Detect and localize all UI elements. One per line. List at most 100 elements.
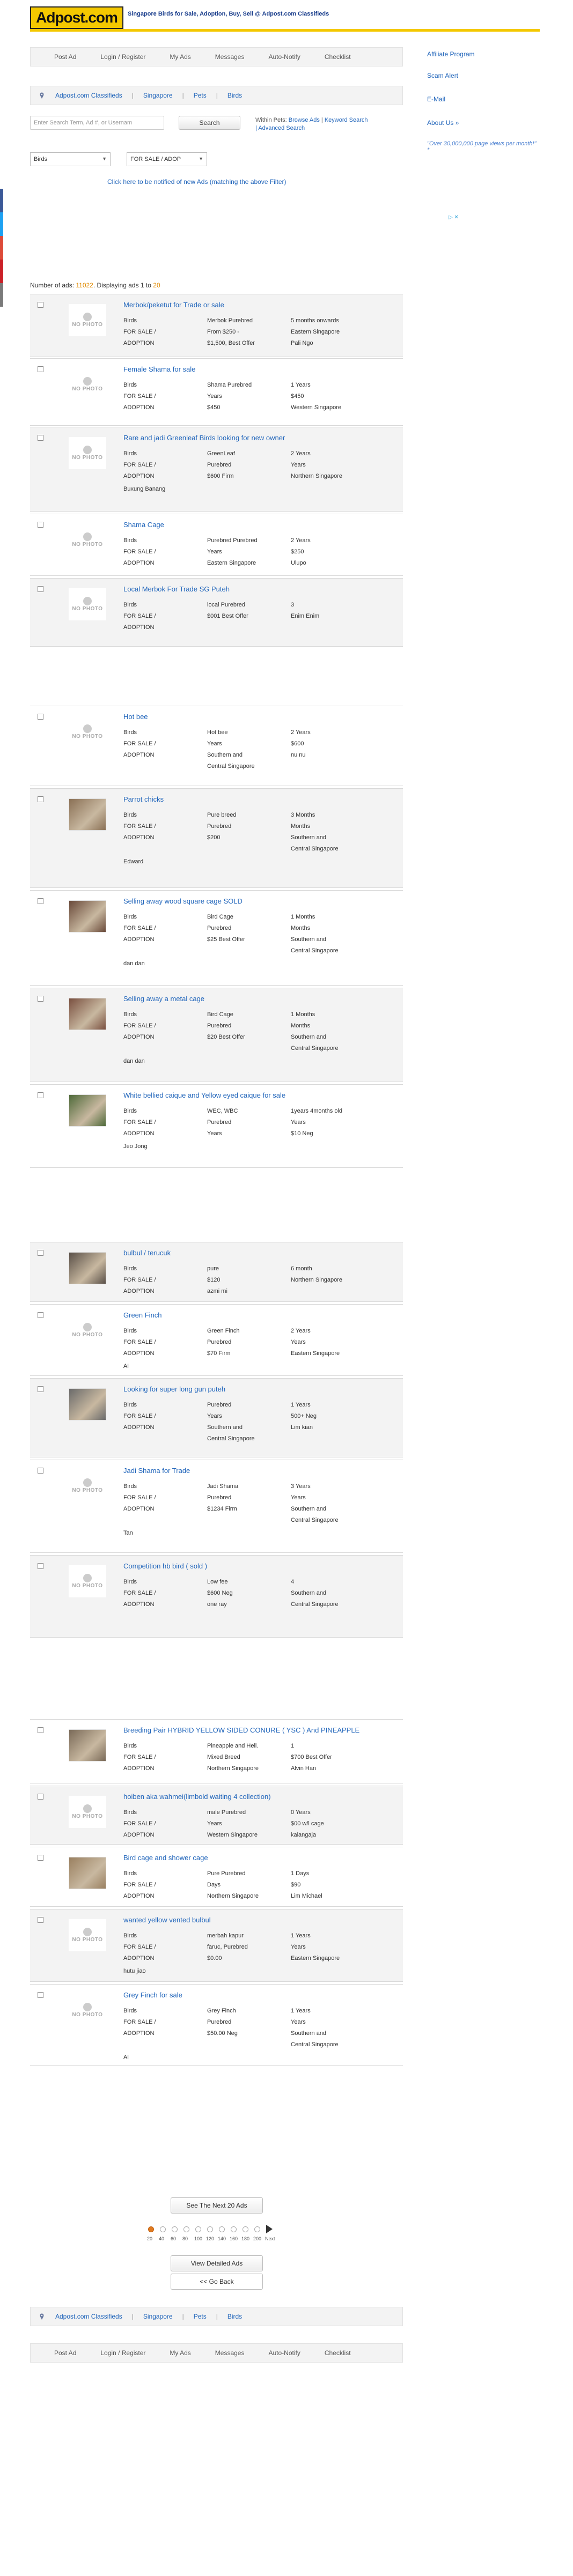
- search-button[interactable]: Search: [179, 116, 240, 130]
- listing-photo[interactable]: [69, 1252, 106, 1284]
- page-dot[interactable]: [172, 2226, 178, 2232]
- nav-messages[interactable]: Messages: [215, 2349, 245, 2357]
- nav-auto-notify[interactable]: Auto-Notify: [268, 2349, 300, 2357]
- listing-photo[interactable]: [69, 998, 106, 1030]
- listing-title[interactable]: Rare and jadi Greenleaf Birds looking fo…: [123, 434, 392, 442]
- listing-photo[interactable]: [69, 1729, 106, 1761]
- nav-login-register[interactable]: Login / Register: [100, 2349, 145, 2357]
- email-link[interactable]: E-Mail: [427, 95, 445, 103]
- listing-title[interactable]: Shama Cage: [123, 521, 392, 529]
- page-dot[interactable]: [254, 2226, 260, 2232]
- select-checkbox[interactable]: [38, 898, 43, 904]
- page-dot[interactable]: [195, 2226, 201, 2232]
- nav-my-ads[interactable]: My Ads: [170, 2349, 190, 2357]
- page-label[interactable]: 20: [147, 2236, 152, 2241]
- facebook-share-icon[interactable]: [0, 189, 3, 212]
- select-checkbox[interactable]: [38, 1917, 43, 1923]
- breadcrumb-classifieds[interactable]: Adpost.com Classifieds: [55, 2313, 122, 2320]
- nav-my-ads[interactable]: My Ads: [170, 53, 190, 61]
- affiliate-program-link[interactable]: Affiliate Program: [427, 50, 474, 58]
- breadcrumb-birds[interactable]: Birds: [227, 2313, 242, 2320]
- listing-title[interactable]: Merbok/peketut for Trade or sale: [123, 301, 392, 309]
- go-back-button[interactable]: << Go Back: [171, 2274, 263, 2290]
- select-checkbox[interactable]: [38, 1092, 43, 1098]
- breadcrumb-pets[interactable]: Pets: [194, 92, 207, 99]
- listing-title[interactable]: Local Merbok For Trade SG Puteh: [123, 585, 392, 593]
- next-20-ads-button[interactable]: See The Next 20 Ads: [171, 2197, 263, 2214]
- page-label[interactable]: 200: [253, 2236, 261, 2241]
- no-photo-placeholder[interactable]: NO PHOTO: [69, 1994, 106, 2026]
- category-select[interactable]: Birds ▼: [30, 152, 111, 166]
- page-dot[interactable]: [160, 2226, 166, 2232]
- select-checkbox[interactable]: [38, 1250, 43, 1256]
- select-checkbox[interactable]: [38, 586, 43, 592]
- page-label[interactable]: 180: [241, 2236, 249, 2241]
- listing-title[interactable]: Looking for super long gun puteh: [123, 1385, 392, 1393]
- search-input[interactable]: Enter Search Term, Ad #, or Usernam: [30, 116, 164, 130]
- breadcrumb-singapore[interactable]: Singapore: [143, 92, 173, 99]
- page-label[interactable]: 140: [218, 2236, 226, 2241]
- page-label[interactable]: 120: [206, 2236, 214, 2241]
- breadcrumb-birds[interactable]: Birds: [227, 92, 242, 99]
- listing-title[interactable]: Selling away wood square cage SOLD: [123, 897, 392, 905]
- no-photo-placeholder[interactable]: NO PHOTO: [69, 1314, 106, 1346]
- select-checkbox[interactable]: [38, 1563, 43, 1569]
- listing-title[interactable]: Parrot chicks: [123, 795, 392, 803]
- page-dot[interactable]: [231, 2226, 237, 2232]
- page-label[interactable]: 40: [159, 2236, 164, 2241]
- adpost-logo[interactable]: Adpost.com: [30, 6, 123, 29]
- ad-type-select[interactable]: FOR SALE / ADOP ▼: [127, 152, 207, 166]
- select-checkbox[interactable]: [38, 1468, 43, 1474]
- select-checkbox[interactable]: [38, 1727, 43, 1733]
- breadcrumb-classifieds[interactable]: Adpost.com Classifieds: [55, 92, 122, 99]
- listing-title[interactable]: hoiben aka wahmei(limbold waiting 4 coll…: [123, 1793, 392, 1801]
- no-photo-placeholder[interactable]: NO PHOTO: [69, 368, 106, 401]
- listing-title[interactable]: White bellied caique and Yellow eyed cai…: [123, 1091, 392, 1099]
- no-photo-placeholder[interactable]: NO PHOTO: [69, 1470, 106, 1502]
- listing-title[interactable]: Female Shama for sale: [123, 365, 392, 373]
- select-checkbox[interactable]: [38, 366, 43, 372]
- select-checkbox[interactable]: [38, 796, 43, 802]
- no-photo-placeholder[interactable]: NO PHOTO: [69, 588, 106, 620]
- nav-post-ad[interactable]: Post Ad: [54, 53, 76, 61]
- listing-photo[interactable]: [69, 1388, 106, 1420]
- listing-photo[interactable]: [69, 798, 106, 831]
- select-checkbox[interactable]: [38, 1855, 43, 1861]
- listing-photo[interactable]: [69, 1094, 106, 1127]
- ad-choices-icon[interactable]: ▷ ✕: [449, 214, 459, 220]
- next-page-arrow-icon[interactable]: [266, 2225, 273, 2233]
- page-label[interactable]: 80: [182, 2236, 188, 2241]
- nav-post-ad[interactable]: Post Ad: [54, 2349, 76, 2357]
- listing-title[interactable]: Grey Finch for sale: [123, 1991, 392, 1999]
- no-photo-placeholder[interactable]: NO PHOTO: [69, 304, 106, 336]
- browse-ads-link[interactable]: Browse Ads: [289, 117, 320, 123]
- select-checkbox[interactable]: [38, 996, 43, 1002]
- select-checkbox[interactable]: [38, 1386, 43, 1392]
- nav-checklist[interactable]: Checklist: [325, 53, 351, 61]
- select-checkbox[interactable]: [38, 714, 43, 720]
- no-photo-placeholder[interactable]: NO PHOTO: [69, 524, 106, 556]
- page-label[interactable]: 160: [230, 2236, 238, 2241]
- page-label[interactable]: 60: [171, 2236, 176, 2241]
- listing-title[interactable]: Breeding Pair HYBRID YELLOW SIDED CONURE…: [123, 1726, 392, 1734]
- select-checkbox[interactable]: [38, 522, 43, 528]
- select-checkbox[interactable]: [38, 435, 43, 441]
- listing-title[interactable]: bulbul / terucuk: [123, 1249, 392, 1257]
- listing-title[interactable]: Competition hb bird ( sold ): [123, 1562, 392, 1570]
- pinterest-share-icon[interactable]: [0, 260, 3, 283]
- listing-title[interactable]: Jadi Shama for Trade: [123, 1467, 392, 1475]
- listing-title[interactable]: Selling away a metal cage: [123, 995, 392, 1003]
- breadcrumb-pets[interactable]: Pets: [194, 2313, 207, 2320]
- more-share-icon[interactable]: [0, 283, 3, 307]
- no-photo-placeholder[interactable]: NO PHOTO: [69, 1919, 106, 1951]
- no-photo-placeholder[interactable]: NO PHOTO: [69, 437, 106, 469]
- breadcrumb-singapore[interactable]: Singapore: [143, 2313, 173, 2320]
- nav-messages[interactable]: Messages: [215, 53, 245, 61]
- no-photo-placeholder[interactable]: NO PHOTO: [69, 716, 106, 748]
- listing-photo[interactable]: [69, 1857, 106, 1889]
- twitter-share-icon[interactable]: [0, 212, 3, 236]
- no-photo-placeholder[interactable]: NO PHOTO: [69, 1565, 106, 1597]
- advanced-search-link[interactable]: Advanced Search: [258, 125, 305, 131]
- google-share-icon[interactable]: [0, 236, 3, 260]
- notify-link[interactable]: Click here to be notified of new Ads (ma…: [107, 178, 286, 186]
